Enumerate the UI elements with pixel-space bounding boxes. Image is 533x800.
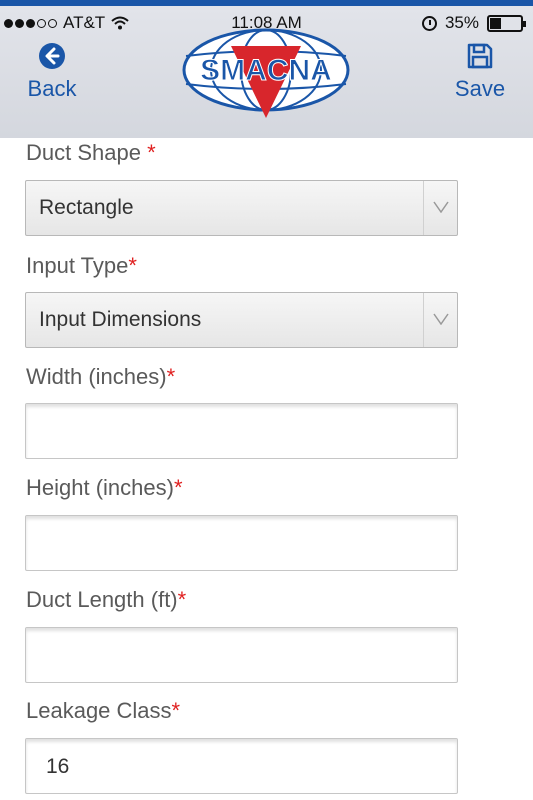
battery-percent: 35%	[444, 13, 479, 32]
duct-length-input[interactable]	[25, 627, 458, 683]
required-asterisk: *	[147, 140, 156, 165]
status-right: 35%	[421, 13, 526, 33]
logo-text: SMACNA	[200, 54, 332, 87]
battery-icon	[487, 14, 526, 32]
required-asterisk: *	[177, 587, 187, 612]
required-asterisk: *	[128, 253, 137, 278]
leakage-class-input[interactable]: 16	[25, 738, 458, 794]
smacna-logo: SMACNA	[182, 28, 350, 118]
back-arrow-icon	[39, 43, 65, 69]
alarm-icon	[421, 15, 437, 31]
duct-shape-select[interactable]: Rectangle	[25, 180, 458, 236]
required-asterisk: *	[166, 364, 176, 389]
save-label: Save	[454, 76, 506, 101]
required-asterisk: *	[171, 698, 181, 723]
width-input[interactable]	[25, 403, 458, 459]
leakage-class-label: Leakage Class*	[26, 698, 181, 723]
required-asterisk: *	[173, 475, 183, 500]
duct-shape-value: Rectangle	[39, 196, 134, 219]
duct-shape-label: Duct Shape *	[26, 140, 156, 165]
input-type-label: Input Type*	[26, 253, 137, 278]
back-button[interactable]: Back	[17, 42, 87, 102]
width-label: Width (inches)*	[26, 364, 176, 389]
chevron-down-icon	[423, 181, 457, 235]
height-label: Height (inches)*	[26, 475, 183, 500]
chevron-down-icon	[423, 293, 457, 347]
floppy-disk-icon	[467, 43, 493, 69]
input-type-value: Input Dimensions	[39, 308, 202, 331]
input-type-select[interactable]: Input Dimensions	[25, 292, 458, 348]
back-label: Back	[27, 76, 77, 101]
save-button[interactable]: Save	[445, 42, 515, 102]
height-input[interactable]	[25, 515, 458, 571]
app-header: AT&T 11:08 AM 35% Back SMACNA Save	[0, 0, 533, 138]
duct-length-label: Duct Length (ft)*	[26, 587, 187, 612]
